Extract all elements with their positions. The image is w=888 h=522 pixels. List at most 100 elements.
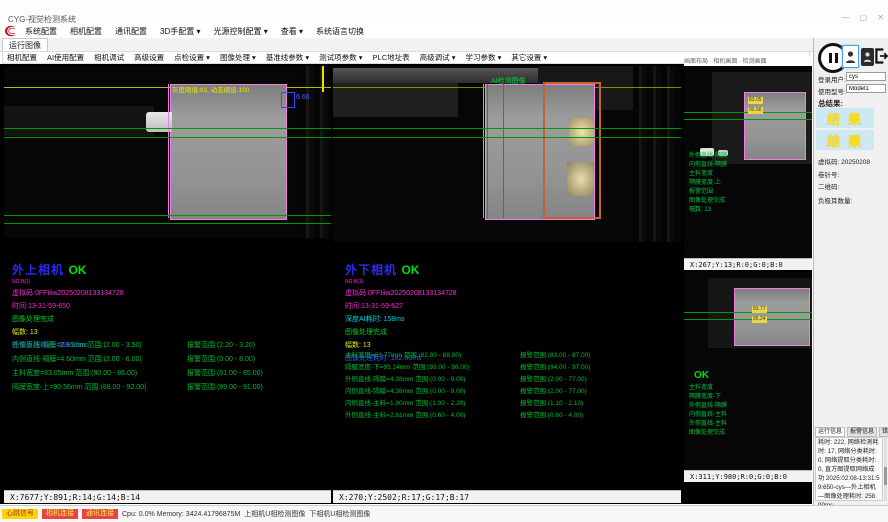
value-tag: 83.05 — [748, 97, 763, 104]
thumb-line: 外侧直线-隔膜 — [689, 152, 727, 161]
login-user-input[interactable] — [846, 72, 886, 81]
measurement-row: 主料宽度=83.05mm 范围:(80.00 - 86.00) — [12, 368, 137, 378]
mid-ng-tag: NG:B(1) — [345, 279, 675, 285]
menu-item-view[interactable]: 查看 ▾ — [281, 26, 303, 37]
user-login-button[interactable] — [842, 45, 859, 68]
result-watermark-1: 结果 — [816, 108, 874, 128]
measure-line — [684, 119, 812, 120]
ai-image-label: AI检测图像 — [491, 76, 526, 86]
result-watermark-2: 结果 — [816, 130, 874, 150]
menu-item-language-switch[interactable]: 系统语言切换 — [316, 26, 364, 37]
tool-spot-check[interactable]: 点检设置 ▾ — [174, 52, 210, 63]
mid-done: 图像处理完成 — [345, 327, 675, 337]
measure-line-2 — [333, 137, 681, 138]
measure-line-3 — [4, 215, 331, 216]
edge-line-right — [594, 84, 595, 218]
tool-image-processing[interactable]: 图像处理 ▾ — [220, 52, 256, 63]
tool-plc-address[interactable]: PLC地址表 — [373, 52, 410, 63]
tool-baseline-params[interactable]: 基准线参数 ▾ — [266, 52, 309, 63]
measure-line-1 — [333, 128, 681, 129]
thumb-bottom-camera-view[interactable]: 83.77 95.24 OK 主料宽度 隔膜宽度-下 外侧直线-隔膜 内侧直线-… — [684, 272, 812, 470]
user-dark-button[interactable] — [861, 48, 874, 66]
measurement-row: 内侧直线-隔膜=4.38mm 范围:(0.00 - 9.00) — [345, 385, 465, 395]
measurement-row: 内侧直线-主料=1.90mm 范围:(1.00 - 2.20) — [345, 397, 465, 407]
tab-count-label: 负极耳数量: — [818, 195, 852, 205]
alarm-range: 报警范围:(89.00 - 91.00) — [187, 382, 263, 392]
qr-code-label: 二维码: — [818, 181, 839, 191]
menu-bar: 系统配置 相机配置 通讯配置 3D手配置 ▾ 光源控制配置 ▾ 查看 ▾ 系统语… — [0, 24, 888, 38]
mid-coordinate-bar: X:270;Y:2502;R:17;G:17;B:17 — [333, 490, 681, 503]
left-coordinate-bar: X:7677;Y:891;R:14;G:14;B:14 — [4, 490, 331, 503]
alarm-range: 报警范围:(83.00 - 87.00) — [520, 349, 590, 359]
menu-item-camera-config[interactable]: 相机配置 — [70, 26, 102, 37]
mid-camera-view[interactable]: AI检测图像 — [333, 66, 681, 242]
log-tab-error[interactable]: 错误信息 — [879, 427, 888, 437]
tab-run-image[interactable]: 运行图像 — [2, 38, 48, 52]
log-tab-run[interactable]: 运行信息 — [815, 427, 845, 437]
alarm-range: 报警范围:(1.10 - 2.10) — [520, 397, 583, 407]
value-tag: 90.56 — [748, 107, 763, 114]
top-camera-status: 上相机U相检测图像 — [244, 509, 305, 519]
tool-camera-config[interactable]: 相机配置 — [7, 52, 37, 63]
app-window: CYG-视觉检测系统 — ▢ ✕ 系统配置 相机配置 通讯配置 3D手配置 ▾ … — [0, 0, 888, 522]
tool-learning-params[interactable]: 学习参数 ▾ — [465, 52, 501, 63]
log-tab-alarm[interactable]: 报警信息 — [847, 427, 877, 437]
thumb-line: 隔膜宽度-下 — [689, 393, 727, 402]
log-text: 耗时: 222, 网络检测耗时: 17, 网络分类耗时: 0, 网络提取分类耗时… — [818, 439, 880, 511]
tool-advanced-debug[interactable]: 高级调试 ▾ — [420, 52, 456, 63]
mid-ai-time: 深度AI耗时: 158ms — [345, 314, 675, 324]
thumb-line: 主料宽度 — [689, 170, 727, 179]
exit-button[interactable] — [875, 43, 888, 69]
tool-camera-debug[interactable]: 相机调试 — [94, 52, 124, 63]
heartbeat-badge: 心跳信号 — [2, 509, 38, 519]
close-icon[interactable]: ✕ — [877, 13, 884, 22]
menu-item-system-config[interactable]: 系统配置 — [25, 26, 57, 37]
thumb-top-text-block: 外侧直线-隔膜 内侧直线-隔膜 主料宽度 隔膜宽度-上 报警范围 图像处理完成 … — [689, 152, 727, 215]
thumb-line: 报警范围 — [689, 188, 727, 197]
left-camera-view[interactable]: 6.66 灰度阈值:93, 动态阈值:100 — [4, 66, 331, 238]
maximize-icon[interactable]: ▢ — [860, 13, 868, 22]
edge-line-left — [483, 84, 484, 218]
thumb-layout-bar[interactable]: 画面布局 · 相机画面 · 检测画面 — [684, 56, 812, 66]
menu-item-light-config[interactable]: 光源控制配置 ▾ — [213, 26, 267, 37]
log-tabs: 运行信息 报警信息 错误信息 — [815, 427, 888, 437]
product-region — [170, 84, 287, 220]
alarm-range: 报警范围:(0.00 - 8.00) — [187, 354, 255, 364]
left-ng-tag: NG:B(1) — [12, 279, 327, 285]
left-time: 时间:13-31-59-650 — [12, 301, 327, 311]
value-tag: 95.24 — [752, 316, 767, 323]
thumb-bottom-coordinate-bar: X:311;Y:980;R:0;G:0;B:0 — [684, 470, 812, 482]
measurement-row: 外侧直线-隔膜=2.95mm 范围:(2.00 - 3.50) — [12, 340, 142, 350]
alarm-range: 报警范围:(2.00 - 77.00) — [520, 373, 587, 383]
thumb-line: 图像处理完成 — [689, 429, 727, 438]
menu-item-3d-config[interactable]: 3D手配置 ▾ — [160, 26, 200, 37]
thumb-top-camera-view[interactable]: 83.05 90.56 外侧直线-隔膜 内侧直线-隔膜 主料宽度 隔膜宽度-上 … — [684, 66, 812, 258]
measurement-row: 隔膜宽度-下=95.24mm 范围:(93.00 - 98.00) — [345, 361, 470, 371]
alarm-range: 报警范围:(2.00 - 77.00) — [520, 385, 587, 395]
machine-arm — [4, 106, 154, 136]
left-camera-name: 外上相机 — [12, 263, 64, 277]
minimize-icon[interactable]: — — [842, 13, 850, 22]
cpu-memory-status: Cpu: 0.0% Memory: 3424.41796875M — [122, 511, 240, 518]
log-scrollbar[interactable] — [884, 437, 887, 501]
menu-item-comm-config[interactable]: 通讯配置 — [115, 26, 147, 37]
measure-line-2 — [4, 137, 331, 138]
threshold-label: 灰度阈值:93, 动态阈值:100 — [172, 84, 249, 94]
tool-ai-config[interactable]: AI使用配置 — [47, 52, 84, 63]
value-tag: 83.77 — [752, 306, 767, 313]
thumb-line: 隔膜宽度-上 — [689, 179, 727, 188]
measure-line-1 — [4, 128, 331, 129]
scrollbar-thumb[interactable] — [884, 467, 887, 485]
left-done: 图像处理完成 — [12, 314, 327, 324]
user-icon — [863, 51, 872, 63]
model-input[interactable] — [846, 84, 886, 93]
measure-line-4 — [4, 223, 331, 224]
tool-test-params[interactable]: 测试项参数 ▾ — [319, 52, 362, 63]
measure-line — [684, 312, 812, 313]
tool-advanced-settings[interactable]: 高级设置 — [134, 52, 164, 63]
thumb-line: 图像处理完成 — [689, 197, 727, 206]
measurement-row: 内侧直线-隔膜=4.60mm 范围:(3.00 - 6.00) — [12, 354, 142, 364]
bottom-camera-status: 下相机U相检测图像 — [309, 509, 370, 519]
left-result-ok: OK — [68, 263, 86, 277]
tool-other-settings[interactable]: 其它设置 ▾ — [511, 52, 547, 63]
